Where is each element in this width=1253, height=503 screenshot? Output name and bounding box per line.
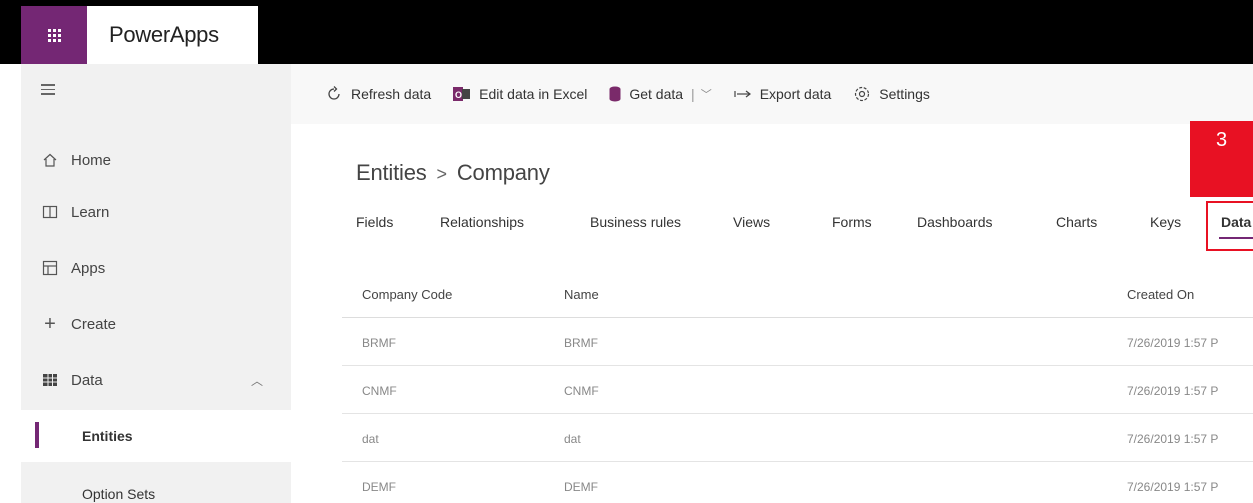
chevron-down-icon[interactable]: ﹀ bbox=[701, 86, 712, 102]
app-title[interactable]: PowerApps bbox=[87, 6, 261, 64]
tab-views[interactable]: Views bbox=[733, 214, 770, 230]
column-header-created-on[interactable]: Created On bbox=[1127, 287, 1194, 302]
cell-company-code: BRMF bbox=[362, 336, 396, 350]
sidebar-item-label: Data bbox=[71, 371, 103, 389]
tab-charts[interactable]: Charts bbox=[1056, 214, 1097, 230]
sidebar-item-apps[interactable]: Apps bbox=[21, 242, 291, 294]
tab-forms[interactable]: Forms bbox=[832, 214, 872, 230]
breadcrumb-entities-link[interactable]: Entities bbox=[356, 160, 427, 185]
table-header: Company Code Name Created On bbox=[342, 270, 1253, 318]
table-icon bbox=[35, 374, 65, 386]
top-bar: PowerApps bbox=[0, 0, 1253, 64]
step-callout-badge: 3 bbox=[1190, 121, 1253, 197]
sidebar-subitem-label: Option Sets bbox=[82, 486, 156, 502]
cell-created-on: 7/26/2019 1:57 P bbox=[1127, 336, 1219, 350]
cell-name: BRMF bbox=[564, 336, 598, 350]
export-data-label: Export data bbox=[759, 86, 832, 102]
chevron-up-icon[interactable]: ︿ bbox=[251, 372, 263, 389]
cell-company-code: dat bbox=[362, 432, 379, 446]
book-icon bbox=[35, 204, 65, 220]
cell-created-on: 7/26/2019 1:57 P bbox=[1127, 432, 1219, 446]
sidebar-item-create[interactable]: + Create bbox=[21, 298, 291, 350]
export-icon bbox=[734, 89, 752, 99]
app-launcher-button[interactable] bbox=[21, 6, 87, 64]
get-data-button[interactable]: Get data bbox=[609, 86, 683, 102]
excel-icon: O bbox=[453, 86, 471, 102]
cell-company-code: CNMF bbox=[362, 384, 397, 398]
export-data-button[interactable]: Export data bbox=[734, 86, 832, 102]
tab-dashboards[interactable]: Dashboards bbox=[917, 214, 993, 230]
sidebar-item-learn[interactable]: Learn bbox=[21, 186, 291, 238]
table-row[interactable]: BRMF BRMF 7/26/2019 1:57 P bbox=[342, 318, 1253, 366]
cell-name: CNMF bbox=[564, 384, 599, 398]
refresh-icon bbox=[325, 85, 343, 103]
cell-created-on: 7/26/2019 1:57 P bbox=[1127, 384, 1219, 398]
cell-company-code: DEMF bbox=[362, 480, 396, 494]
hamburger-menu-icon[interactable] bbox=[41, 84, 55, 98]
tab-business-rules[interactable]: Business rules bbox=[590, 214, 681, 230]
records-table: Company Code Name Created On BRMF BRMF 7… bbox=[342, 270, 1253, 503]
sidebar-item-option-sets[interactable]: Option Sets bbox=[21, 468, 291, 503]
home-icon bbox=[35, 152, 65, 168]
table-row[interactable]: dat dat 7/26/2019 1:57 P bbox=[342, 414, 1253, 462]
sidebar: Home Learn Apps + Create Data ︿ Entities… bbox=[21, 64, 291, 503]
breadcrumb: Entities > Company bbox=[356, 160, 550, 186]
column-header-name[interactable]: Name bbox=[564, 287, 599, 302]
get-data-label: Get data bbox=[629, 86, 684, 102]
refresh-data-button[interactable]: Refresh data bbox=[325, 85, 431, 103]
column-header-company-code[interactable]: Company Code bbox=[362, 287, 452, 302]
edit-in-excel-button[interactable]: O Edit data in Excel bbox=[453, 86, 587, 102]
refresh-data-label: Refresh data bbox=[351, 86, 432, 102]
svg-text:O: O bbox=[455, 90, 462, 100]
tab-keys[interactable]: Keys bbox=[1150, 214, 1181, 230]
divider: | bbox=[691, 86, 695, 102]
sidebar-item-entities[interactable]: Entities bbox=[21, 410, 291, 462]
sidebar-item-label: Create bbox=[71, 315, 117, 333]
tab-fields[interactable]: Fields bbox=[356, 214, 393, 230]
sidebar-item-label: Apps bbox=[71, 259, 106, 277]
gear-icon bbox=[853, 85, 871, 103]
database-icon bbox=[609, 86, 621, 102]
tab-relationships[interactable]: Relationships bbox=[440, 214, 524, 230]
sidebar-item-home[interactable]: Home bbox=[21, 134, 291, 186]
plus-icon: + bbox=[44, 312, 56, 335]
table-row[interactable]: DEMF DEMF 7/26/2019 1:57 P bbox=[342, 462, 1253, 503]
command-bar: Refresh data O Edit data in Excel Get da… bbox=[291, 64, 1253, 124]
edit-in-excel-label: Edit data in Excel bbox=[479, 86, 588, 102]
highlight-box bbox=[1206, 201, 1253, 251]
sidebar-item-label: Home bbox=[71, 151, 112, 169]
settings-button[interactable]: Settings bbox=[853, 85, 930, 103]
sidebar-item-data[interactable]: Data ︿ bbox=[21, 354, 291, 406]
apps-icon bbox=[35, 260, 65, 276]
sidebar-subitem-label: Entities bbox=[82, 428, 133, 444]
table-row[interactable]: CNMF CNMF 7/26/2019 1:57 P bbox=[342, 366, 1253, 414]
chevron-right-icon: > bbox=[436, 164, 448, 184]
waffle-icon bbox=[47, 28, 61, 42]
sidebar-item-label: Learn bbox=[71, 203, 110, 221]
settings-label: Settings bbox=[879, 86, 930, 102]
cell-name: DEMF bbox=[564, 480, 598, 494]
breadcrumb-current: Company bbox=[456, 160, 550, 185]
cell-name: dat bbox=[564, 432, 581, 446]
cell-created-on: 7/26/2019 1:57 P bbox=[1127, 480, 1219, 494]
